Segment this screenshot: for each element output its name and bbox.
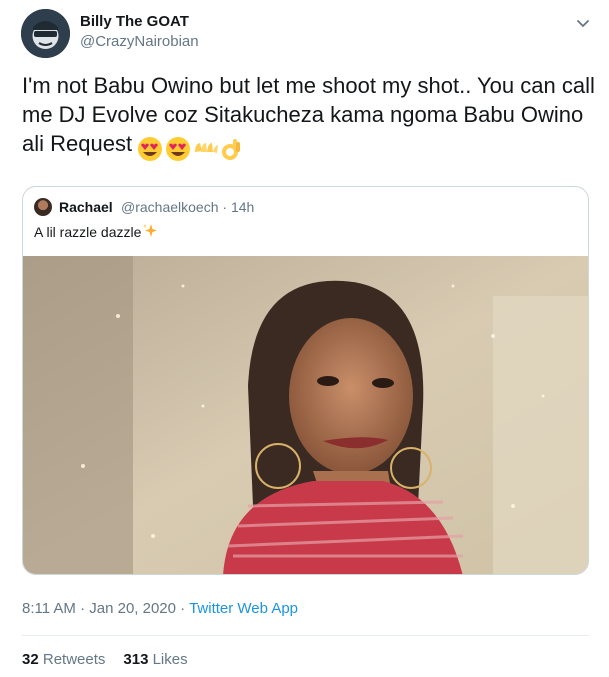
ok-hand-emoji-icon (222, 139, 241, 161)
tweet-body: I'm not Babu Owino but let me shoot my s… (22, 73, 595, 156)
quoted-time: 14h (230, 199, 255, 215)
likes-stat[interactable]: 313 Likes (123, 651, 187, 668)
quoted-author-meta: @rachaelkoech · 14h (121, 199, 254, 215)
timestamp-separator: · (176, 600, 190, 617)
quoted-photo[interactable] (23, 256, 588, 574)
retweets-stat[interactable]: 32 Retweets (22, 651, 105, 668)
quoted-author-name: Rachael (59, 199, 113, 215)
quoted-meta-separator: · (222, 199, 228, 215)
quoted-author-avatar (34, 198, 52, 216)
tweet-card: Billy The GOAT @CrazyNairobian I'm not B… (0, 0, 609, 677)
likes-count: 313 (123, 651, 149, 668)
heart-eyes-emoji-icon (166, 137, 191, 162)
quoted-author-handle: @rachaelkoech (121, 199, 219, 215)
quoted-body: A lil razzle dazzle (34, 224, 142, 240)
heart-eyes-emoji-icon (138, 137, 163, 162)
tweet-timestamp: 8:11 AM · Jan 20, 2020 · Twitter Web App (22, 600, 298, 617)
tweet-text: I'm not Babu Owino but let me shoot my s… (22, 71, 597, 162)
open-hands-emoji-icon (195, 143, 219, 154)
author-avatar[interactable] (21, 9, 70, 58)
retweets-label: Retweets (42, 651, 106, 668)
divider (22, 635, 589, 636)
more-options-chevron-icon[interactable] (574, 14, 592, 32)
quoted-tweet[interactable]: Rachael @rachaelkoech · 14h A lil razzle… (22, 186, 589, 575)
sparkles-emoji-icon (143, 224, 158, 237)
tweet-stats: 32 Retweets 313 Likes (22, 651, 188, 668)
tweet-source-link[interactable]: Twitter Web App (189, 600, 298, 617)
quoted-text: A lil razzle dazzle (34, 223, 158, 240)
tweet-emojis (136, 133, 242, 162)
likes-label: Likes (152, 651, 188, 668)
author-name[interactable]: Billy The GOAT (80, 13, 189, 30)
retweets-count: 32 (22, 651, 39, 668)
timestamp-text[interactable]: 8:11 AM · Jan 20, 2020 (22, 600, 176, 617)
author-handle[interactable]: @CrazyNairobian (80, 33, 199, 50)
